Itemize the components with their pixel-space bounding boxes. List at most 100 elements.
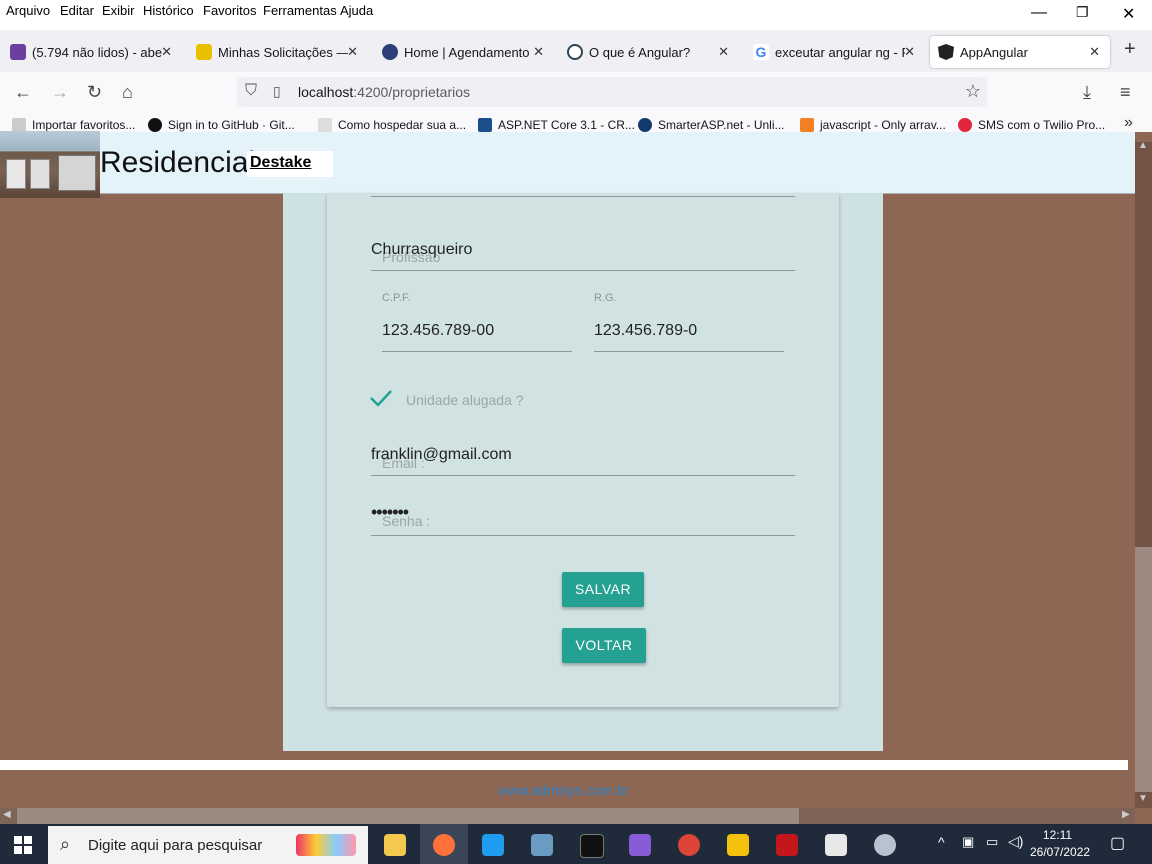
- vscode-icon[interactable]: [482, 834, 504, 856]
- twilio-icon: [958, 118, 972, 132]
- tab-solicitacoes[interactable]: Minhas Solicitações — P ✕: [196, 36, 358, 68]
- brand-badge: Destake: [247, 151, 333, 177]
- horizontal-scroll-thumb[interactable]: [17, 808, 799, 824]
- save-button[interactable]: SALVAR: [562, 572, 644, 607]
- tab-appangular[interactable]: AppAngular ✕: [930, 36, 1110, 68]
- scroll-down-icon[interactable]: ▼: [1138, 793, 1148, 804]
- menu-ajuda[interactable]: Ajuda: [340, 3, 373, 18]
- download-icon[interactable]: ⤓: [1083, 82, 1091, 103]
- windows-start-icon[interactable]: [14, 836, 32, 854]
- back-button[interactable]: VOLTAR: [562, 628, 646, 663]
- bookmark-item[interactable]: Como hospedar sua a...: [318, 118, 466, 132]
- back-arrow-icon[interactable]: ←: [14, 82, 32, 103]
- chrome-icon[interactable]: [678, 834, 700, 856]
- close-tab-icon[interactable]: ✕: [718, 44, 729, 60]
- restore-button[interactable]: ❐: [1076, 4, 1089, 21]
- close-tab-icon[interactable]: ✕: [1089, 44, 1100, 60]
- filezilla-icon[interactable]: [776, 834, 798, 856]
- senha-field[interactable]: •••••••: [371, 502, 409, 523]
- new-tab-button[interactable]: +: [1124, 38, 1136, 61]
- smarterasp-icon: [638, 118, 652, 132]
- bookmark-label: SmarterASP.net - Unli...: [658, 118, 785, 132]
- bookmark-item[interactable]: javascript - Only arrav...: [800, 118, 946, 132]
- github-icon: [148, 118, 162, 132]
- close-tab-icon[interactable]: ✕: [347, 44, 358, 60]
- tab-google[interactable]: G exceutar angular ng - Pe ✕: [753, 36, 915, 68]
- reload-icon[interactable]: ↻: [87, 82, 102, 103]
- close-tab-icon[interactable]: ✕: [161, 44, 172, 60]
- menu-editar[interactable]: Editar: [60, 3, 94, 18]
- checkmark-icon[interactable]: [369, 388, 393, 408]
- footer-link[interactable]: www.admisys.com.br: [498, 782, 629, 798]
- tab-bar: (5.794 não lidos) - abels ✕ Minhas Solic…: [0, 30, 1152, 72]
- field-underline: [594, 351, 784, 352]
- menu-icon[interactable]: ≡: [1120, 82, 1131, 103]
- site-icon: [382, 44, 398, 60]
- bookmark-item[interactable]: SMS com o Twilio Pro...: [958, 118, 1105, 132]
- chevron-up-icon[interactable]: ^: [938, 834, 945, 850]
- search-placeholder: Digite aqui para pesquisar: [88, 837, 263, 854]
- menu-ferramentas[interactable]: Ferramentas: [263, 3, 337, 18]
- file-explorer-icon[interactable]: [384, 834, 406, 856]
- network-icon[interactable]: ▭: [986, 834, 998, 850]
- star-icon[interactable]: ☆: [965, 81, 981, 102]
- tab-angular-info[interactable]: O que é Angular? ✕: [567, 36, 729, 68]
- notification-icon[interactable]: ▢: [1110, 833, 1125, 853]
- menu-exibir[interactable]: Exibir: [102, 3, 135, 18]
- clock-time: 12:11: [1042, 828, 1073, 842]
- email-field[interactable]: franklin@gmail.com: [371, 446, 512, 464]
- close-tab-icon[interactable]: ✕: [904, 44, 915, 60]
- bookmark-label: Sign in to GitHub · Git...: [168, 118, 295, 132]
- shield-icon[interactable]: ⛉: [245, 82, 257, 100]
- core-mvc-icon: [318, 118, 332, 132]
- home-icon[interactable]: ⌂: [122, 82, 133, 103]
- tab-agendamento[interactable]: Home | Agendamento SI ✕: [382, 36, 544, 68]
- tab-label: AppAngular: [960, 44, 1028, 60]
- nav-bar: ← → ↻ ⌂ ⛉ ▯ localhost:4200/proprietarios…: [0, 72, 1152, 112]
- tray-icon[interactable]: ▣: [962, 834, 974, 850]
- bookmark-item[interactable]: SmarterASP.net - Unli...: [638, 118, 785, 132]
- scroll-left-icon[interactable]: ◀: [3, 809, 11, 820]
- site-icon: [567, 44, 583, 60]
- url-bar[interactable]: ⛉ ▯ localhost:4200/proprietarios ☆: [237, 77, 987, 107]
- brand-badge-label: Destake: [250, 154, 312, 171]
- tab-mail[interactable]: (5.794 não lidos) - abels ✕: [10, 36, 172, 68]
- terminal-icon[interactable]: [580, 834, 604, 858]
- bookmark-item[interactable]: Importar favoritos...: [12, 118, 135, 132]
- close-tab-icon[interactable]: ✕: [533, 44, 544, 60]
- bookmark-item[interactable]: Sign in to GitHub · Git...: [148, 118, 295, 132]
- menu-favoritos[interactable]: Favoritos: [203, 3, 256, 18]
- app-icon[interactable]: [825, 834, 847, 856]
- google-icon: G: [753, 44, 769, 60]
- bookmark-item[interactable]: ASP.NET Core 3.1 - CR...: [478, 118, 635, 132]
- vertical-scroll-thumb[interactable]: [1135, 547, 1152, 792]
- rg-field[interactable]: 123.456.789-0: [594, 322, 697, 340]
- field-underline: [371, 270, 795, 271]
- menu-arquivo[interactable]: Arquivo: [6, 3, 50, 18]
- taskbar-search[interactable]: ⌕ Digite aqui para pesquisar: [48, 826, 368, 864]
- app-icon[interactable]: [531, 834, 553, 856]
- logo-image: [0, 131, 100, 198]
- field-underline: [371, 475, 795, 476]
- field-underline: [382, 351, 572, 352]
- angular-icon: [938, 44, 954, 60]
- menu-historico[interactable]: Histórico: [143, 3, 194, 18]
- stackoverflow-icon: [800, 118, 814, 132]
- profissao-field[interactable]: Churrasqueiro: [371, 241, 472, 259]
- firefox-icon[interactable]: [433, 834, 455, 856]
- close-window-button[interactable]: ✕: [1122, 4, 1135, 24]
- bookmark-label: javascript - Only arrav...: [820, 118, 946, 132]
- scroll-up-icon[interactable]: ▲: [1138, 140, 1148, 151]
- volume-icon[interactable]: ◁): [1008, 833, 1023, 850]
- clock[interactable]: 12:11 26/07/2022: [1030, 827, 1090, 861]
- app-icon[interactable]: [727, 834, 749, 856]
- visual-studio-icon[interactable]: [629, 834, 651, 856]
- minimize-button[interactable]: —: [1031, 4, 1047, 22]
- scroll-right-icon[interactable]: ▶: [1122, 809, 1130, 820]
- chevron-right-icon[interactable]: »: [1124, 114, 1133, 132]
- cpf-field[interactable]: 123.456.789-00: [382, 322, 494, 340]
- paint-icon[interactable]: [874, 834, 896, 856]
- tab-label: Minhas Solicitações — P: [218, 44, 348, 60]
- forward-arrow-icon[interactable]: →: [51, 82, 69, 103]
- site-icon: [196, 44, 212, 60]
